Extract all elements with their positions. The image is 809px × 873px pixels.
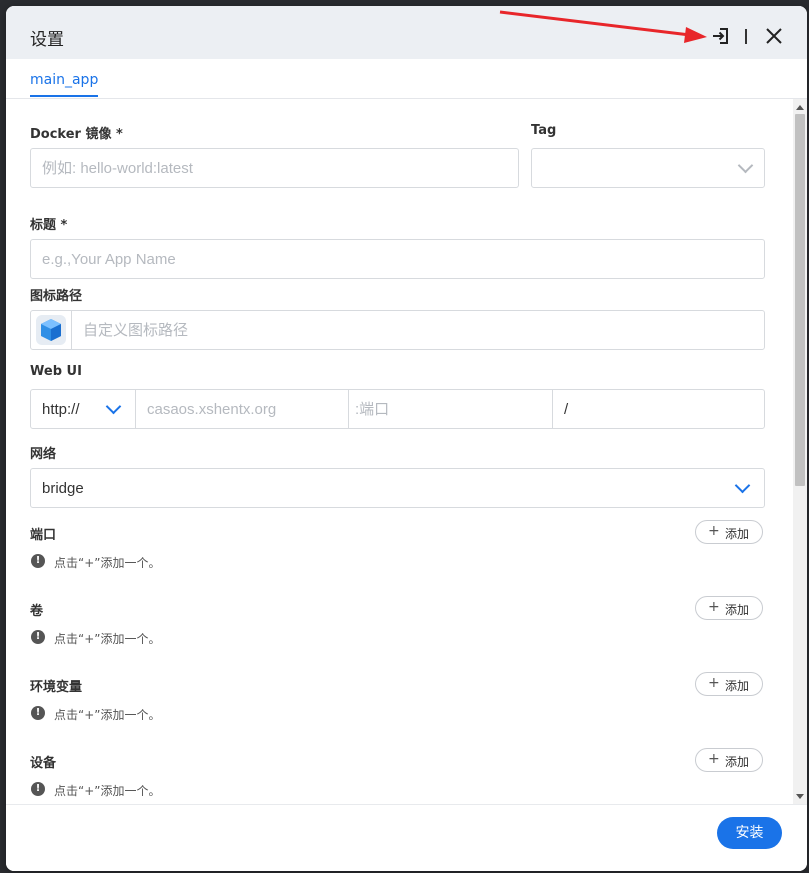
add-button-label: 添加 bbox=[725, 527, 750, 541]
docker-image-input[interactable] bbox=[31, 149, 518, 187]
header-divider bbox=[745, 29, 747, 44]
tag-select[interactable] bbox=[531, 148, 765, 188]
info-icon: ! bbox=[31, 630, 45, 644]
vertical-scrollbar[interactable] bbox=[793, 99, 807, 805]
scroll-thumb[interactable] bbox=[795, 114, 805, 486]
plus-icon: + bbox=[708, 599, 720, 615]
plus-icon: + bbox=[708, 751, 720, 767]
hint-text: 点击“+”添加一个。 bbox=[54, 556, 161, 570]
info-icon: ! bbox=[31, 782, 45, 796]
icon-path-label: 图标路径 bbox=[30, 289, 83, 304]
icon-path-field bbox=[30, 310, 765, 350]
webui-scheme-select[interactable]: http:// bbox=[42, 401, 80, 418]
form-content: Docker 镜像 * Tag 标题 * 图标路径 bbox=[6, 99, 793, 805]
webui-path-input[interactable]: / bbox=[564, 401, 568, 418]
tab-bar: main_app bbox=[6, 59, 807, 99]
webui-host-input[interactable] bbox=[136, 390, 348, 428]
close-icon[interactable] bbox=[763, 25, 785, 47]
hint-text: 点击“+”添加一个。 bbox=[54, 708, 161, 722]
scroll-up-arrow-icon[interactable] bbox=[796, 105, 804, 110]
add-button-label: 添加 bbox=[725, 755, 750, 769]
webui-label: Web UI bbox=[30, 364, 82, 379]
tag-label: Tag bbox=[531, 123, 557, 138]
title-label: 标题 * bbox=[30, 218, 68, 233]
dialog-header: 设置 bbox=[6, 6, 807, 59]
hint-text: 点击“+”添加一个。 bbox=[54, 632, 161, 646]
app-cube-icon bbox=[31, 311, 72, 349]
network-label: 网络 bbox=[30, 447, 57, 462]
webui-port-input[interactable] bbox=[349, 390, 552, 428]
scroll-down-arrow-icon[interactable] bbox=[796, 794, 804, 799]
settings-dialog: 设置 main_app Docker 镜像 * Tag 标题 * bbox=[6, 6, 807, 871]
chevron-down-icon bbox=[734, 477, 751, 494]
docker-image-field bbox=[30, 148, 519, 188]
install-button[interactable]: 安装 bbox=[717, 817, 782, 849]
add-port-button[interactable]: + 添加 bbox=[695, 520, 763, 544]
info-icon: ! bbox=[31, 554, 45, 568]
add-button-label: 添加 bbox=[725, 679, 750, 693]
network-value: bridge bbox=[42, 480, 84, 497]
hint-text: 点击“+”添加一个。 bbox=[54, 784, 161, 798]
ports-label: 端口 bbox=[30, 528, 57, 543]
volumes-label: 卷 bbox=[30, 604, 44, 619]
tab-main-app[interactable]: main_app bbox=[30, 72, 99, 97]
add-button-label: 添加 bbox=[725, 603, 750, 617]
import-icon[interactable] bbox=[710, 25, 732, 47]
add-volume-button[interactable]: + 添加 bbox=[695, 596, 763, 620]
divider bbox=[552, 390, 553, 428]
icon-path-input[interactable] bbox=[72, 311, 764, 349]
add-device-button[interactable]: + 添加 bbox=[695, 748, 763, 772]
plus-icon: + bbox=[708, 523, 720, 539]
title-input[interactable] bbox=[31, 240, 764, 278]
webui-field: http:// / bbox=[30, 389, 765, 429]
env-vars-label: 环境变量 bbox=[30, 680, 83, 695]
info-icon: ! bbox=[31, 706, 45, 720]
add-env-var-button[interactable]: + 添加 bbox=[695, 672, 763, 696]
chevron-down-icon[interactable] bbox=[105, 398, 122, 415]
chevron-down-icon bbox=[737, 157, 754, 174]
dialog-footer: 安装 bbox=[6, 804, 807, 871]
title-field bbox=[30, 239, 765, 279]
plus-icon: + bbox=[708, 675, 720, 691]
dialog-title: 设置 bbox=[30, 30, 64, 50]
devices-label: 设备 bbox=[30, 756, 57, 771]
docker-image-label: Docker 镜像 * bbox=[30, 127, 123, 142]
network-select[interactable]: bridge bbox=[30, 468, 765, 508]
